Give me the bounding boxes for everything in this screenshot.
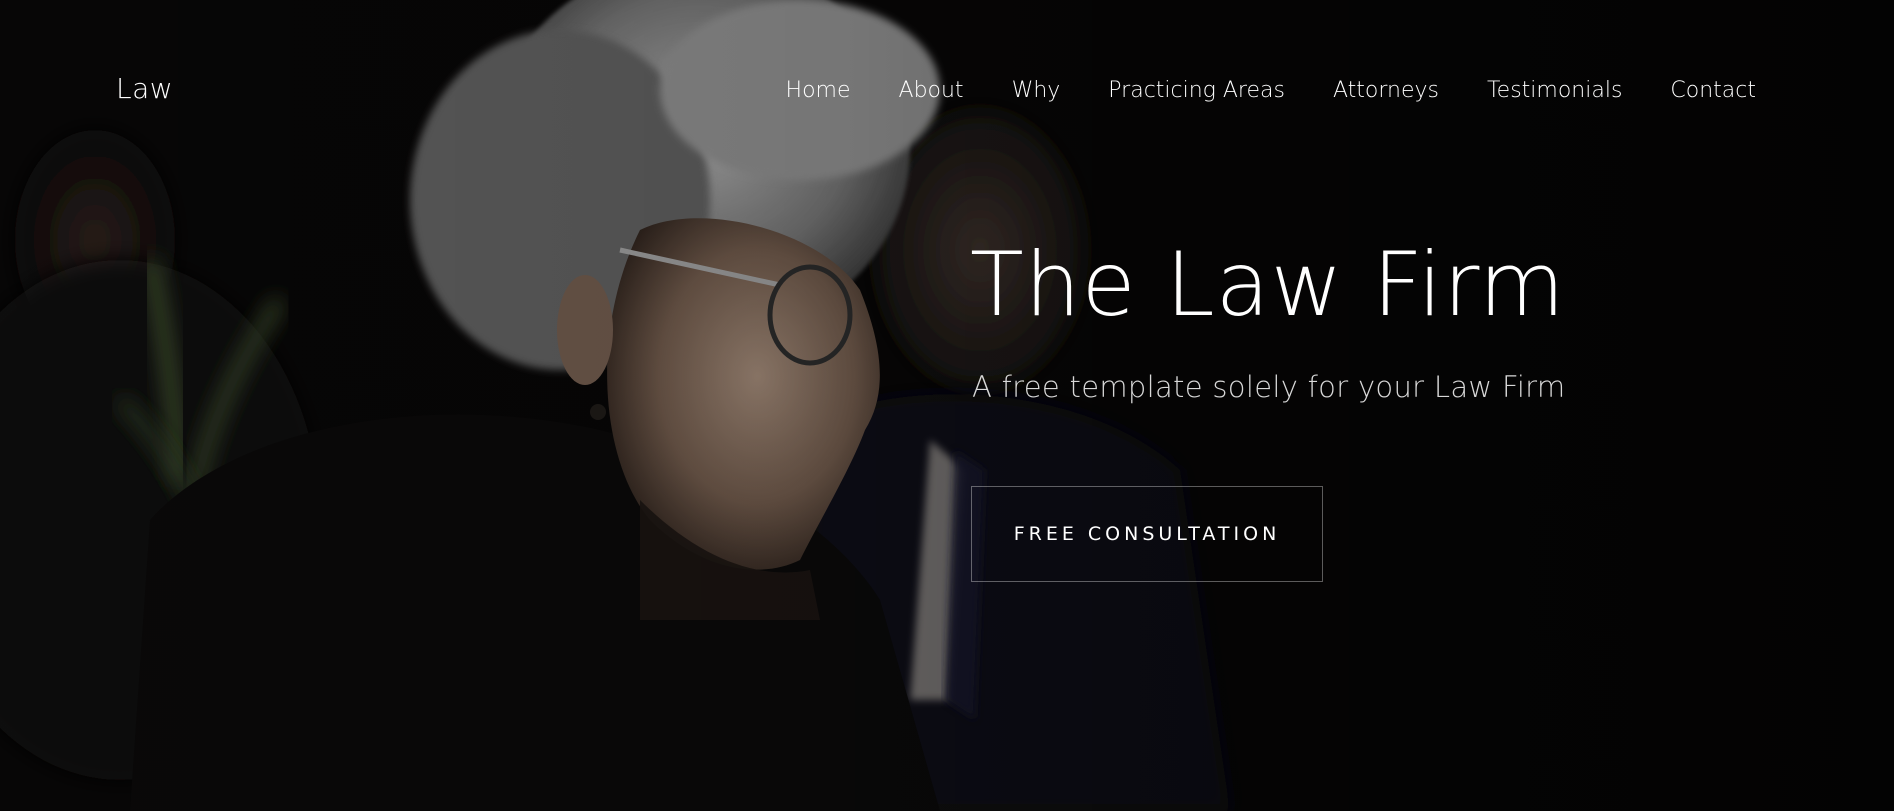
nav-menu: Home About Why Practicing Areas Attorney… — [738, 78, 1756, 103]
nav-link-contact[interactable]: Contact — [1670, 78, 1756, 103]
nav-link-why[interactable]: Why — [1012, 78, 1061, 103]
hero-subtitle: A free template solely for your Law Firm — [972, 370, 1566, 404]
top-navbar: Law Home About Why Practicing Areas Atto… — [0, 0, 1894, 180]
nav-link-home[interactable]: Home — [786, 78, 851, 103]
free-consultation-button[interactable]: FREE CONSULTATION — [971, 486, 1323, 582]
hero-section: Law Home About Why Practicing Areas Atto… — [0, 0, 1894, 811]
brand-logo[interactable]: Law — [116, 72, 173, 105]
nav-link-about[interactable]: About — [899, 78, 964, 103]
nav-link-testimonials[interactable]: Testimonials — [1487, 78, 1622, 103]
hero-title: The Law Firm — [970, 233, 1566, 336]
nav-link-attorneys[interactable]: Attorneys — [1333, 78, 1439, 103]
nav-link-practicing-areas[interactable]: Practicing Areas — [1108, 78, 1285, 103]
hero-text-block: The Law Firm A free template solely for … — [970, 230, 1770, 404]
